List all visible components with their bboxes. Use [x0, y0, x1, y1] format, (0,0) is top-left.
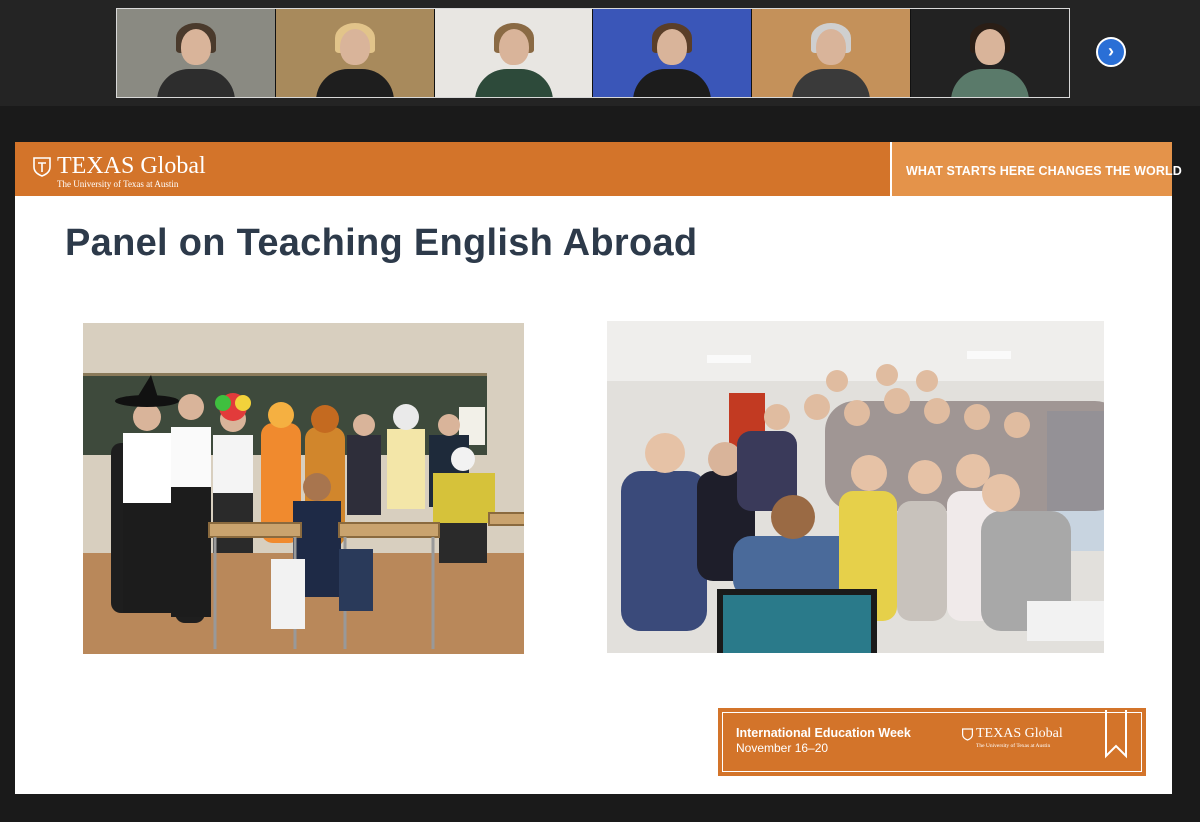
ut-shield-icon — [962, 728, 973, 741]
tagline-text: WHAT STARTS HERE CHANGES THE WORLD — [906, 164, 1182, 178]
participant-face — [657, 29, 688, 65]
participant-face — [975, 29, 1006, 65]
ut-shield-icon — [33, 157, 51, 177]
event-dates: November 16–20 — [736, 741, 829, 755]
event-name: International Education Week — [736, 726, 911, 740]
chevron-right-icon: › — [1108, 41, 1114, 61]
participant-video-tile[interactable] — [593, 9, 752, 97]
slide-title: Panel on Teaching English Abroad — [65, 222, 698, 264]
next-page-button[interactable]: › — [1096, 37, 1126, 67]
participant-face — [498, 29, 529, 65]
slide-banner: TEXAS Global The University of Texas at … — [15, 142, 1182, 196]
shared-slide: TEXAS Global The University of Texas at … — [15, 142, 1182, 794]
bookmark-icon — [1105, 710, 1127, 759]
badge-subtitle: The University of Texas at Austin — [976, 743, 1051, 749]
brand-subtitle: The University of Texas at Austin — [57, 179, 179, 189]
participant-face — [339, 29, 370, 65]
participant-face — [181, 29, 211, 65]
participant-video-tile[interactable] — [752, 9, 911, 97]
badge-wordmark: TEXAS Global — [976, 726, 1063, 741]
participant-face — [816, 29, 847, 65]
tagline-panel: WHAT STARTS HERE CHANGES THE WORLD — [890, 142, 1182, 196]
participant-thumbnails — [116, 8, 1070, 98]
brand-wordmark: TEXAS Global — [57, 153, 206, 179]
students-peace-sign-group-photo — [607, 321, 1104, 653]
participant-video-tile[interactable] — [117, 9, 275, 97]
classroom-costume-group-photo — [83, 323, 524, 654]
participant-video-tile[interactable] — [911, 9, 1069, 97]
participant-video-tile[interactable] — [275, 9, 434, 97]
participant-strip: › — [0, 0, 1200, 106]
event-badge: International Education Week November 16… — [718, 708, 1146, 776]
participant-video-tile[interactable] — [434, 9, 593, 97]
